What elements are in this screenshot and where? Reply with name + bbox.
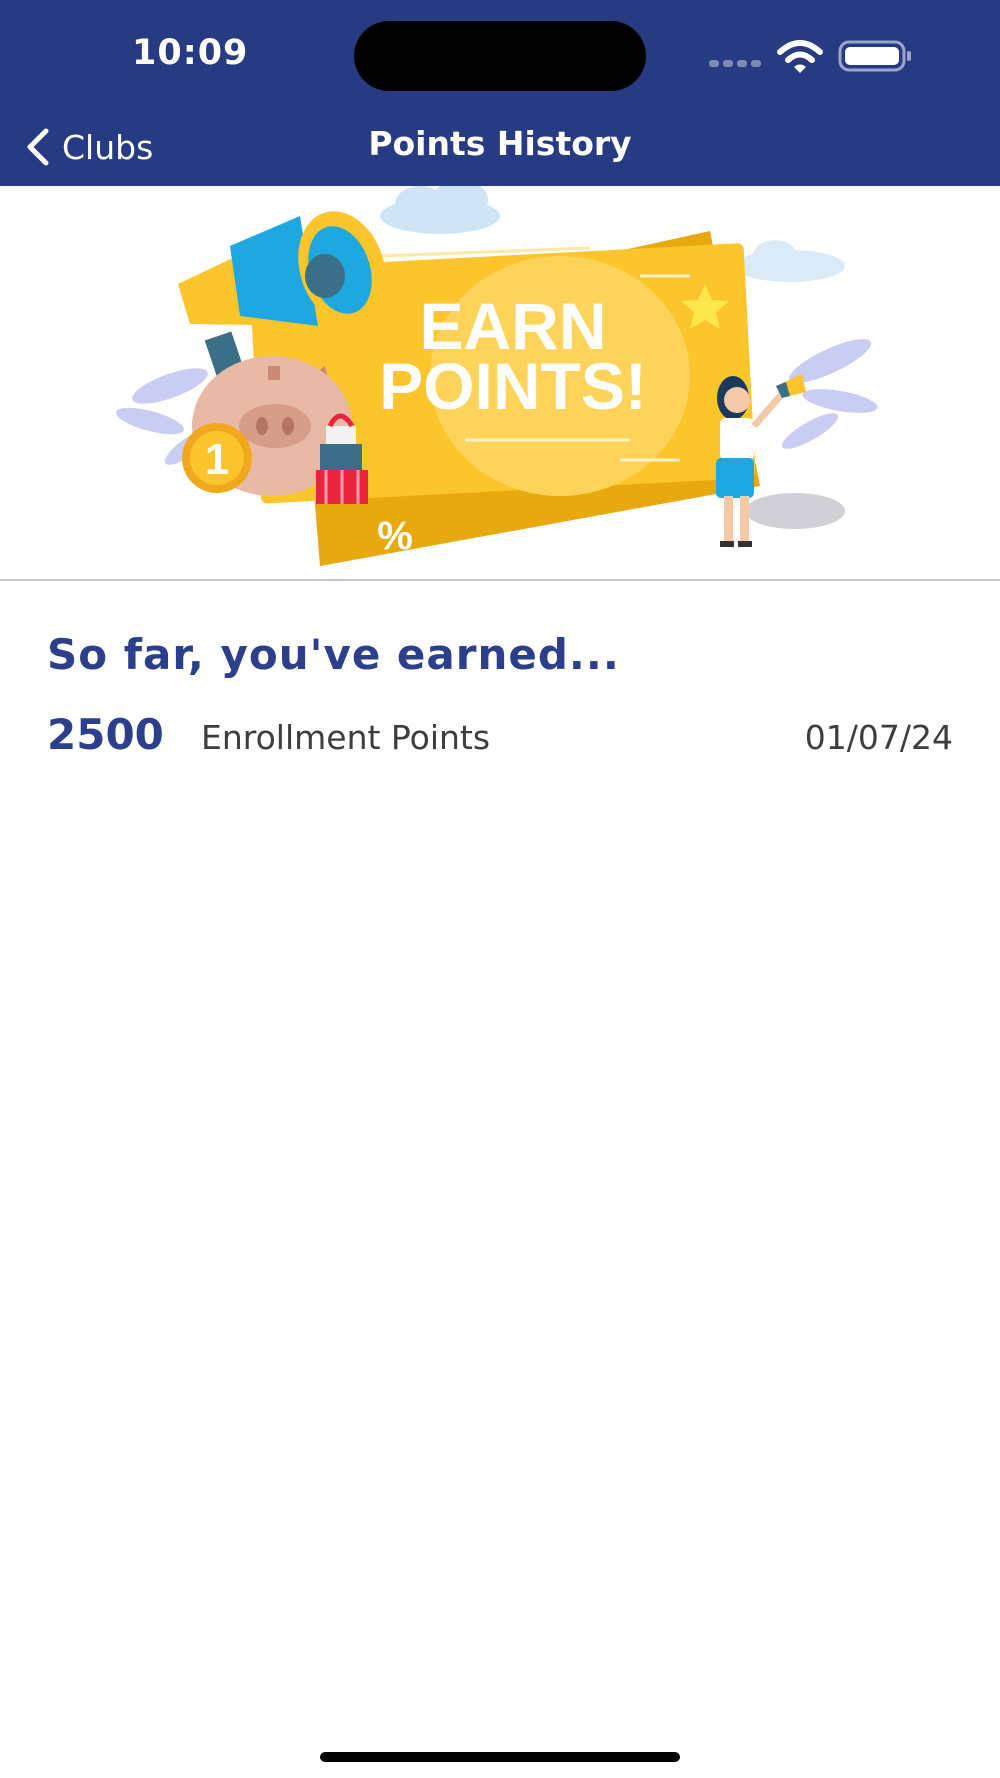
points-history-row: 2500 Enrollment Points 01/07/24	[47, 710, 953, 762]
chevron-left-icon	[27, 128, 49, 166]
points-amount: 2500	[47, 710, 164, 759]
back-button[interactable]: Clubs	[24, 122, 153, 172]
rock-icon	[745, 493, 845, 529]
coin-icon: 1	[182, 423, 252, 493]
cellular-signal-icon	[709, 60, 761, 67]
home-indicator[interactable]	[320, 1752, 680, 1762]
points-date: 01/07/24	[804, 718, 953, 757]
back-label: Clubs	[62, 127, 154, 167]
battery-icon	[838, 40, 911, 72]
points-description: Enrollment Points	[201, 718, 491, 757]
page-title: Points History	[368, 124, 632, 163]
coin-label: 1	[205, 435, 229, 484]
wifi-icon	[777, 40, 823, 73]
banner-title-line2: POINTS!	[379, 349, 647, 423]
dynamic-island	[354, 21, 646, 91]
divider	[0, 579, 1000, 581]
percent-label: %	[377, 514, 413, 558]
earn-points-illustration: EARN POINTS! 1 %	[116, 180, 878, 566]
earn-points-banner: EARN POINTS! 1 %	[0, 180, 1000, 579]
earned-heading: So far, you've earned...	[47, 630, 620, 679]
cloud-icon	[735, 240, 845, 282]
status-time: 10:09	[132, 33, 249, 73]
cloud-icon	[380, 180, 500, 234]
nav-header: 10:09 Clubs Points History	[0, 0, 1000, 186]
